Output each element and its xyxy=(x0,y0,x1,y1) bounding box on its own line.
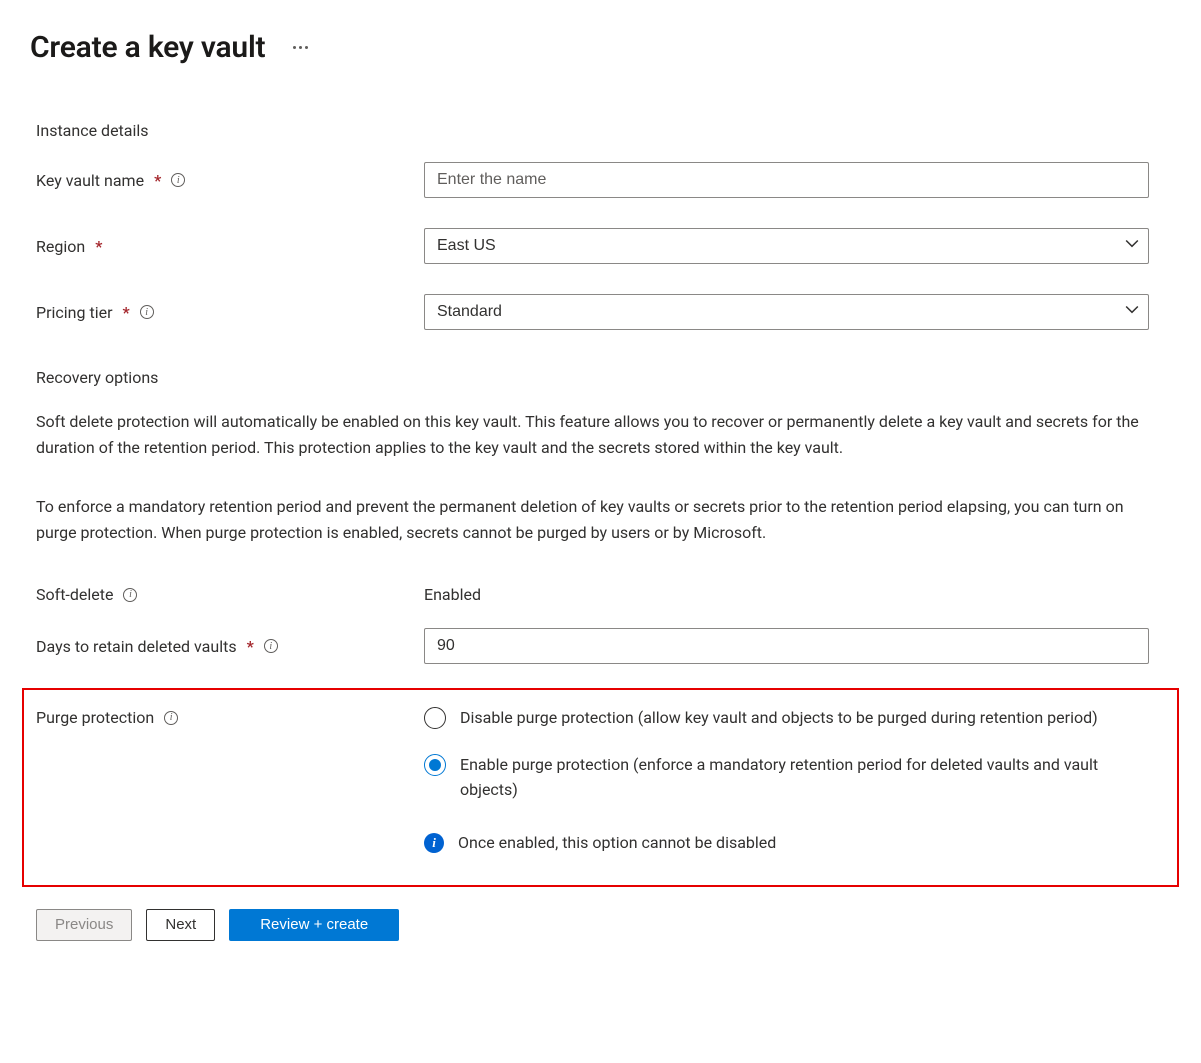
required-marker: * xyxy=(95,237,102,256)
info-icon[interactable]: i xyxy=(123,588,137,602)
pricing-tier-select[interactable] xyxy=(424,294,1149,330)
recovery-description-2: To enforce a mandatory retention period … xyxy=(36,494,1165,545)
info-icon[interactable]: i xyxy=(164,711,178,725)
pricing-tier-label: Pricing tier xyxy=(36,303,113,322)
info-icon[interactable]: i xyxy=(140,305,154,319)
info-icon[interactable]: i xyxy=(264,639,278,653)
more-actions-icon[interactable] xyxy=(289,42,312,53)
key-vault-name-input[interactable] xyxy=(424,162,1149,198)
purge-enable-radio[interactable] xyxy=(424,754,446,776)
previous-button[interactable]: Previous xyxy=(36,909,132,941)
purge-enable-label: Enable purge protection (enforce a manda… xyxy=(460,753,1100,803)
section-instance-details: Instance details xyxy=(36,121,1171,140)
info-icon[interactable]: i xyxy=(171,173,185,187)
next-button[interactable]: Next xyxy=(146,909,215,941)
review-create-button[interactable]: Review + create xyxy=(229,909,399,941)
purge-disable-label: Disable purge protection (allow key vaul… xyxy=(460,706,1098,731)
region-select[interactable] xyxy=(424,228,1149,264)
purge-note: Once enabled, this option cannot be disa… xyxy=(458,833,776,852)
required-marker: * xyxy=(154,171,161,190)
purge-protection-highlight: Purge protection i Disable purge protect… xyxy=(22,688,1179,886)
required-marker: * xyxy=(123,303,130,322)
soft-delete-label: Soft-delete xyxy=(36,585,113,604)
purge-protection-label: Purge protection xyxy=(36,708,154,727)
retention-days-input[interactable] xyxy=(424,628,1149,664)
region-label: Region xyxy=(36,237,85,256)
recovery-description-1: Soft delete protection will automaticall… xyxy=(36,409,1165,460)
required-marker: * xyxy=(247,637,254,656)
section-recovery-options: Recovery options xyxy=(36,368,1171,387)
key-vault-name-label: Key vault name xyxy=(36,171,144,190)
purge-disable-radio[interactable] xyxy=(424,707,446,729)
retention-days-label: Days to retain deleted vaults xyxy=(36,637,237,656)
soft-delete-value: Enabled xyxy=(424,585,481,604)
page-title: Create a key vault xyxy=(30,30,265,65)
info-solid-icon: i xyxy=(424,833,444,853)
